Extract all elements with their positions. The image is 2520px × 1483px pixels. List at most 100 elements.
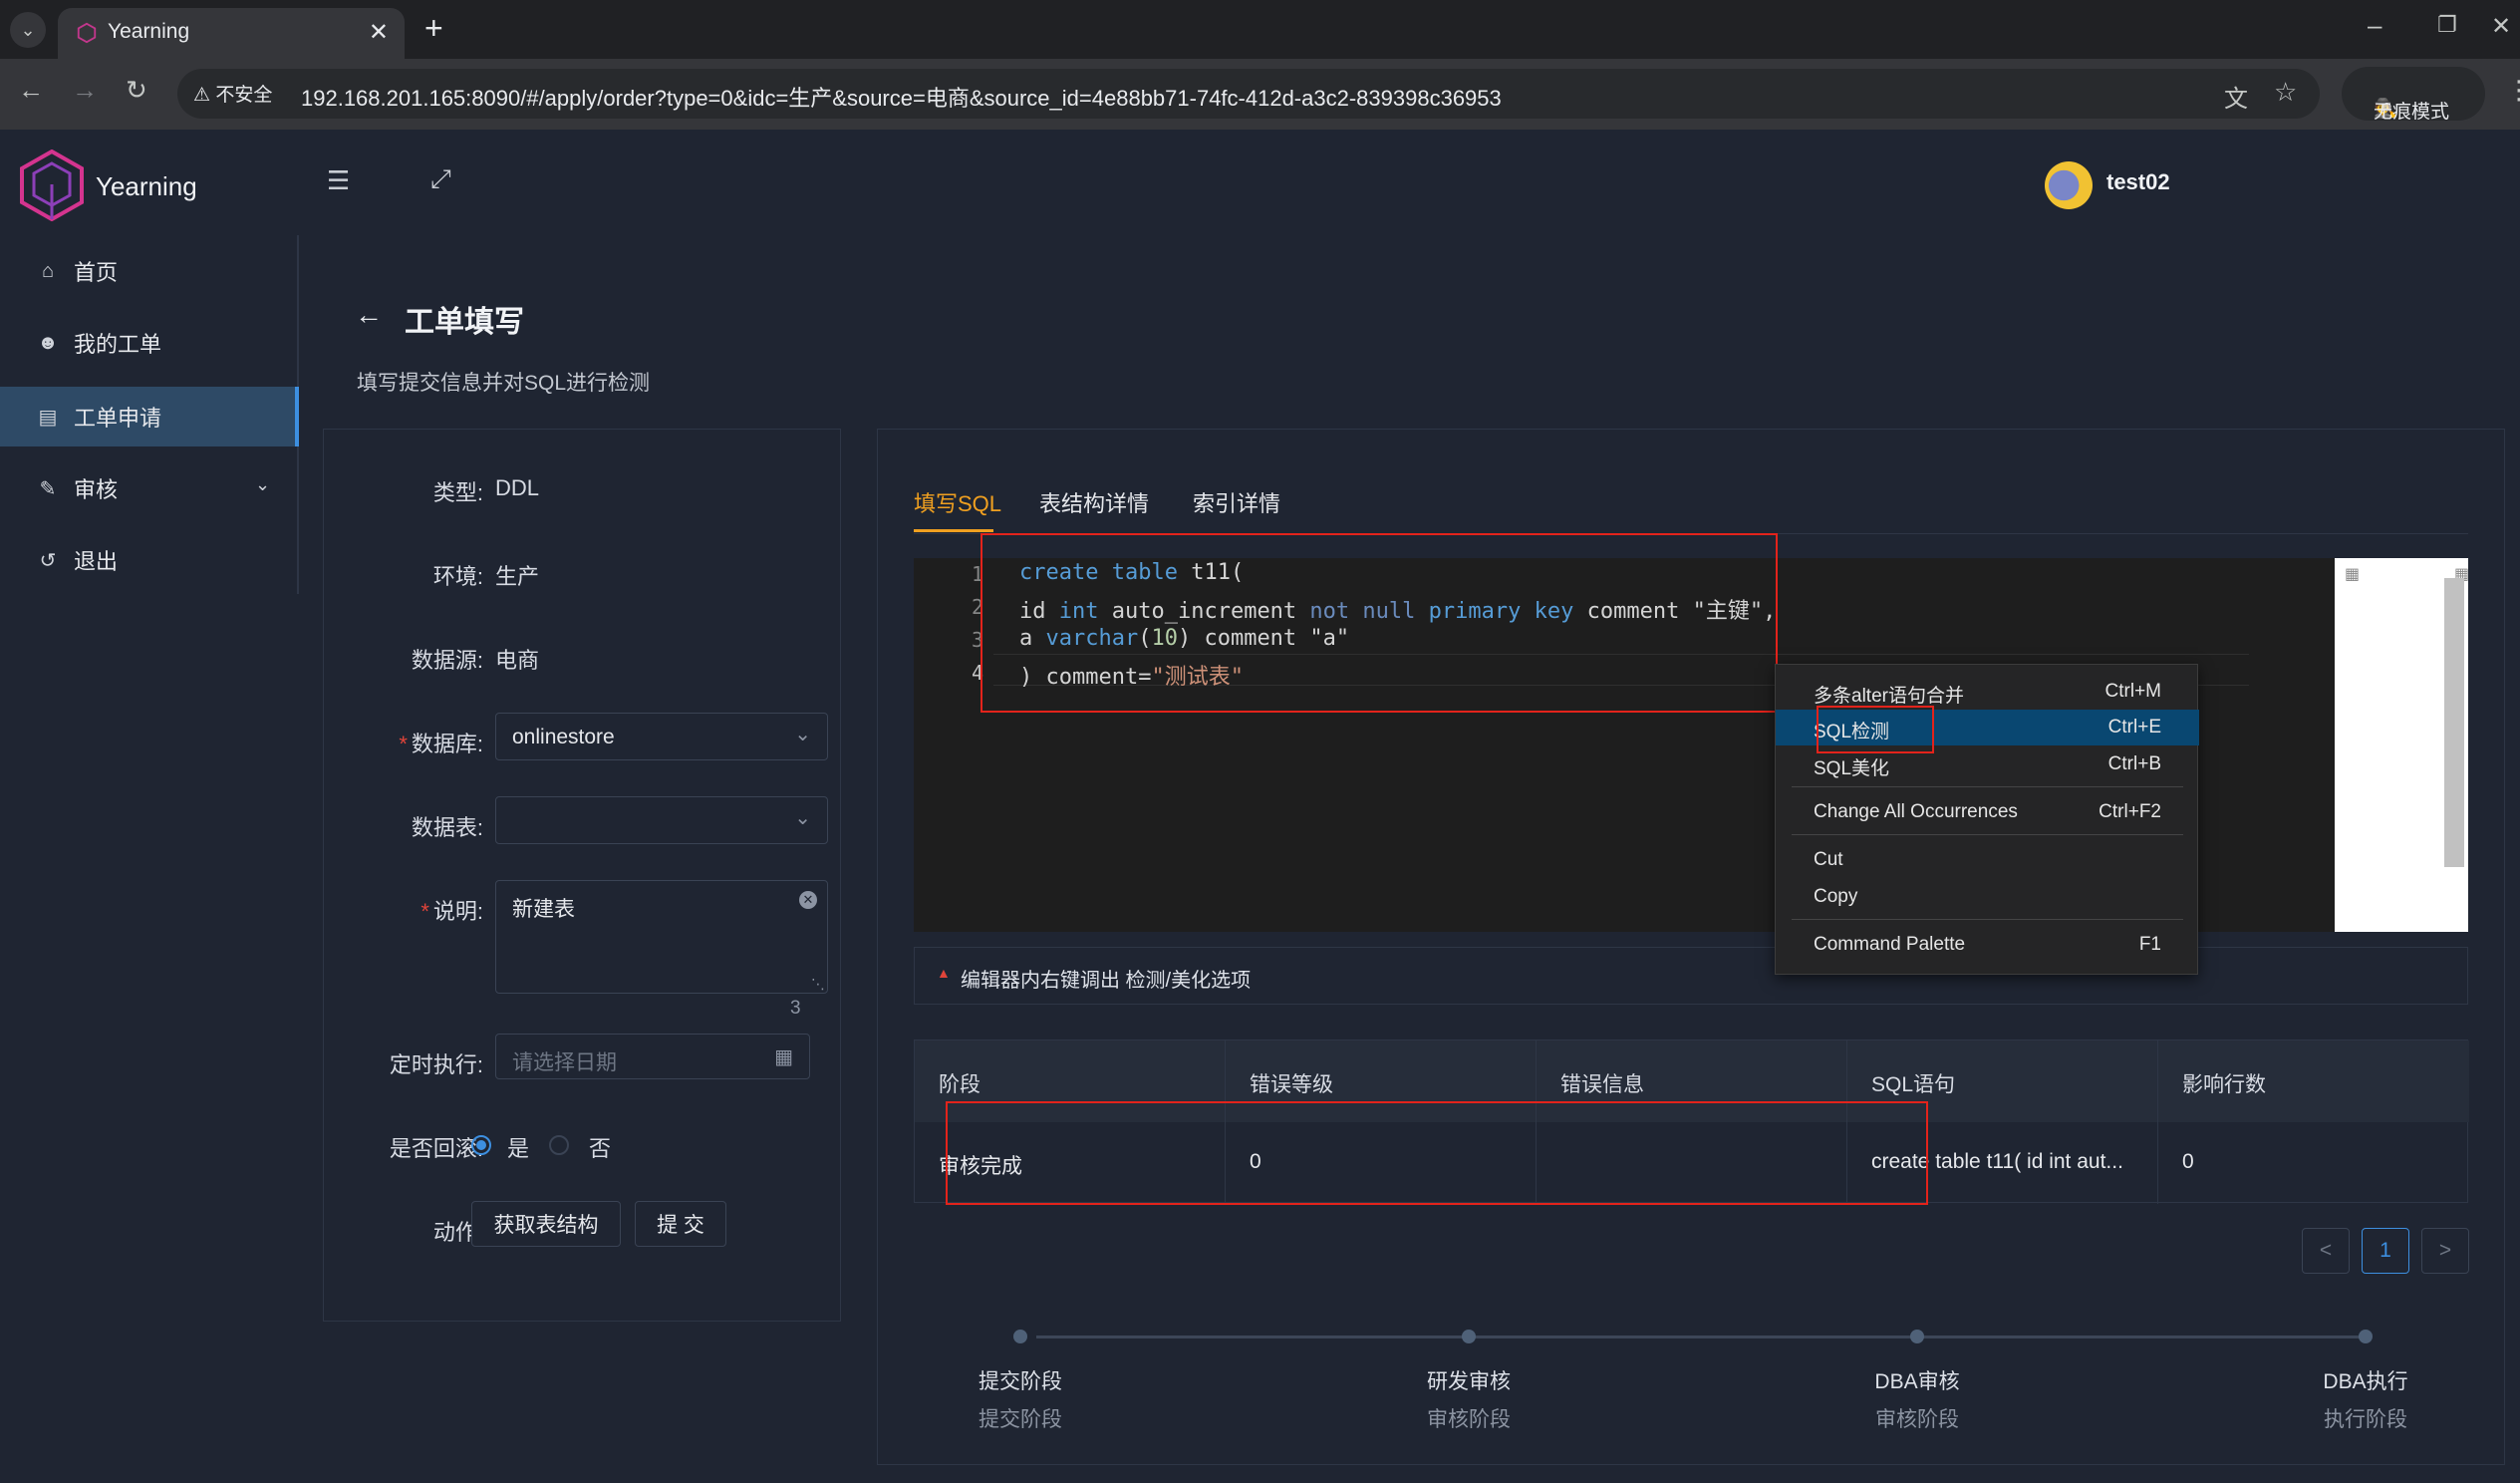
chevron-down-icon: ⌄ xyxy=(794,724,811,745)
menu-collapse-icon[interactable]: ☰ xyxy=(327,165,350,196)
page-title: 工单填写 xyxy=(405,306,524,339)
window-close-icon[interactable]: ✕ xyxy=(2491,12,2511,41)
step-title: 提交阶段 xyxy=(979,1370,1062,1393)
security-label: 不安全 xyxy=(215,85,273,106)
fullscreen-icon[interactable]: ⤢ xyxy=(430,163,451,195)
rollback-no-radio[interactable] xyxy=(549,1135,569,1155)
annotation-box-result-row xyxy=(946,1101,1928,1205)
type-label: 类型: xyxy=(432,480,483,505)
description-value: 新建表 xyxy=(512,898,575,921)
step-submit: 提交阶段 提交阶段 xyxy=(921,1330,1120,1433)
sidebar-item-logout[interactable]: ↺ 退出 xyxy=(0,530,299,590)
security-warning[interactable]: ⚠ 不安全 xyxy=(193,80,272,107)
editor-scrollbar[interactable] xyxy=(2444,578,2464,867)
menu-separator xyxy=(1792,834,2183,835)
annotation-box-code xyxy=(980,533,1778,713)
tab-close-icon[interactable]: ✕ xyxy=(369,18,389,47)
step-desc: 审核阶段 xyxy=(1875,1408,1959,1431)
database-value: onlinestore xyxy=(512,726,615,748)
rollback-no-label[interactable]: 否 xyxy=(589,1131,611,1163)
tab-table-structure[interactable]: 表结构详情 xyxy=(1039,486,1149,518)
browser-toolbar: ← → ↻ ⚠ 不安全 192.168.201.165:8090/#/apply… xyxy=(0,59,2520,130)
browser-menu-icon[interactable]: ⋮ xyxy=(2506,75,2520,106)
line-number: 1 xyxy=(971,562,983,586)
step-title: DBA执行 xyxy=(2323,1370,2408,1393)
form-row-action: 动作: 获取表结构 提 交 xyxy=(324,1201,842,1261)
pagination-prev-button[interactable]: < xyxy=(2302,1228,2350,1274)
translate-icon[interactable]: 文 xyxy=(2224,79,2248,114)
rollback-yes-radio[interactable] xyxy=(471,1135,491,1155)
menu-item-merge-alter[interactable]: 多条alter语句合并 Ctrl+M xyxy=(1776,674,2199,710)
sidebar-item-my-orders[interactable]: ☻ 我的工单 xyxy=(0,313,299,373)
browser-tab-bar: ⌄ Yearning ✕ + – ❐ ✕ xyxy=(0,0,2520,59)
description-textarea[interactable]: 新建表 ✕ ⋱ xyxy=(495,880,828,994)
tab-list-button[interactable]: ⌄ xyxy=(10,12,46,48)
sidebar-item-label: 工单申请 xyxy=(74,406,162,431)
tab-index-details[interactable]: 索引详情 xyxy=(1193,486,1280,518)
form-row-database: * 数据库: onlinestore ⌄ xyxy=(324,713,842,772)
step-dba-review: DBA审核 审核阶段 xyxy=(1818,1330,2017,1433)
resize-handle-icon[interactable]: ⋱ xyxy=(811,976,825,993)
back-arrow-icon[interactable]: ← xyxy=(355,299,383,331)
description-char-count: 3 xyxy=(790,998,801,1019)
sidebar-item-label: 首页 xyxy=(74,260,119,285)
sidebar-item-order-apply[interactable]: ▤ 工单申请 xyxy=(0,387,299,446)
pagination-next-button[interactable]: > xyxy=(2421,1228,2469,1274)
incognito-label: 无痕模式 xyxy=(2374,102,2450,123)
table-select[interactable]: ⌄ xyxy=(495,796,828,844)
username[interactable]: test02 xyxy=(2106,169,2170,195)
line-number: 3 xyxy=(971,628,983,652)
form-row-env: 环境: 生产 xyxy=(324,545,842,605)
yearning-favicon xyxy=(77,22,97,44)
new-tab-button[interactable]: + xyxy=(424,10,443,47)
form-row-rollback: 是否回滚: 是 否 xyxy=(324,1117,842,1177)
menu-item-change-all[interactable]: Change All Occurrences Ctrl+F2 xyxy=(1776,794,2199,830)
broken-image-icon: ▦ xyxy=(2345,566,2361,583)
page-subtitle: 填写提交信息并对SQL进行检测 xyxy=(357,372,651,395)
fetch-schema-button[interactable]: 获取表结构 xyxy=(471,1201,621,1247)
app-header: Yearning ☰ ⤢ test02 xyxy=(0,130,2520,235)
type-value: DDL xyxy=(495,475,540,500)
menu-item-cut[interactable]: Cut xyxy=(1776,842,2199,878)
rollback-yes-label[interactable]: 是 xyxy=(507,1131,529,1163)
menu-item-copy[interactable]: Copy xyxy=(1776,879,2199,915)
annotation-box-sql-check xyxy=(1817,706,1934,753)
editor-minimap[interactable]: ▦ ▦ xyxy=(2335,558,2469,932)
schedule-date-picker[interactable]: 请选择日期 ▦ xyxy=(495,1034,810,1079)
browser-tab[interactable]: Yearning ✕ xyxy=(58,8,405,59)
incognito-indicator[interactable]: 🕵 无痕模式 xyxy=(2342,67,2485,123)
clear-icon[interactable]: ✕ xyxy=(799,891,817,909)
sidebar-item-audit[interactable]: ✎ 审核 ⌄ xyxy=(0,458,299,518)
source-value: 电商 xyxy=(495,648,540,673)
database-select[interactable]: onlinestore ⌄ xyxy=(495,713,828,760)
warning-icon: ▲ xyxy=(937,965,951,981)
back-icon[interactable]: ← xyxy=(18,75,44,106)
pagination-page-1[interactable]: 1 xyxy=(2362,1228,2409,1274)
bookmark-star-icon[interactable]: ☆ xyxy=(2274,77,2297,108)
form-row-table: 数据表: ⌄ xyxy=(324,796,842,856)
sidebar-item-home[interactable]: ⌂ 首页 xyxy=(0,241,299,301)
reload-icon[interactable]: ↻ xyxy=(126,75,147,106)
table-header-affected-rows: 影响行数 xyxy=(2158,1040,2469,1122)
sidebar-item-label: 我的工单 xyxy=(74,332,162,357)
source-label: 数据源: xyxy=(411,648,483,673)
step-dot xyxy=(1910,1330,1924,1343)
audit-icon: ✎ xyxy=(39,477,57,500)
avatar[interactable] xyxy=(2045,161,2093,209)
tab-write-sql[interactable]: 填写SQL xyxy=(914,486,1001,518)
line-number: 2 xyxy=(971,595,983,619)
schedule-placeholder: 请选择日期 xyxy=(512,1051,617,1074)
editor-hint-text: 编辑器内右键调出 检测/美化选项 xyxy=(961,970,1252,992)
url-text[interactable]: 192.168.201.165:8090/#/apply/order?type=… xyxy=(301,81,1502,113)
step-dev-review: 研发审核 审核阶段 xyxy=(1369,1330,1568,1433)
address-bar[interactable]: ⚠ 不安全 192.168.201.165:8090/#/apply/order… xyxy=(177,69,2320,119)
minimize-icon[interactable]: – xyxy=(2368,10,2381,41)
sidebar: ⌂ 首页 ☻ 我的工单 ▤ 工单申请 ✎ 审核 ⌄ ↺ 退出 xyxy=(0,235,299,1483)
submit-button[interactable]: 提 交 xyxy=(635,1201,726,1247)
menu-item-command-palette[interactable]: Command Palette F1 xyxy=(1776,927,2199,963)
step-desc: 执行阶段 xyxy=(2324,1408,2407,1431)
restore-icon[interactable]: ❐ xyxy=(2437,12,2457,38)
warning-icon: ⚠ xyxy=(193,85,211,106)
forward-icon[interactable]: → xyxy=(72,75,98,106)
rollback-label: 是否回滚: xyxy=(389,1136,483,1161)
